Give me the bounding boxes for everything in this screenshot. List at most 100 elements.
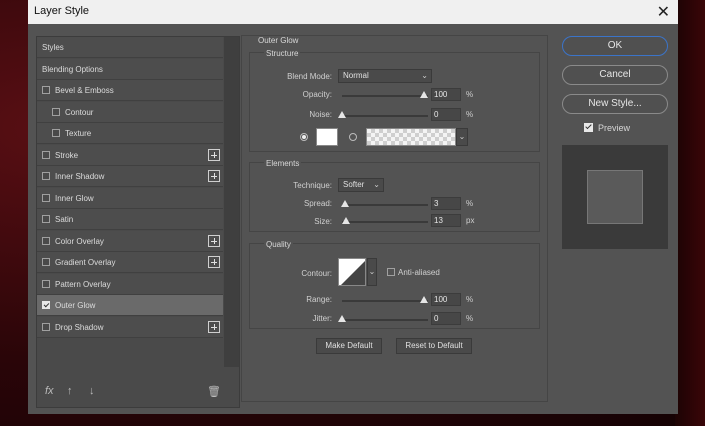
add-instance-icon[interactable]: [208, 170, 220, 182]
new-style-button[interactable]: New Style...: [562, 94, 668, 114]
add-instance-icon[interactable]: [208, 256, 220, 268]
jitter-label: Jitter:: [312, 314, 332, 323]
style-item-label: Color Overlay: [55, 236, 104, 246]
preview-label: Preview: [598, 123, 631, 133]
style-checkbox[interactable]: [42, 193, 50, 202]
jitter-input[interactable]: 0: [431, 312, 461, 325]
window-title: Layer Style: [34, 5, 90, 17]
style-checkbox[interactable]: [42, 236, 50, 245]
title-bar: Layer Style ✕: [28, 0, 678, 24]
style-item-stroke[interactable]: Stroke: [37, 144, 223, 166]
noise-label: Noise:: [309, 110, 332, 119]
style-item-label: Satin: [55, 215, 74, 224]
anti-aliased-checkbox[interactable]: [387, 268, 395, 276]
style-item-inner-glow[interactable]: Inner Glow: [37, 187, 223, 209]
gradient-preview[interactable]: [366, 128, 456, 146]
style-checkbox[interactable]: [42, 150, 50, 159]
style-item-contour[interactable]: Contour: [37, 101, 223, 123]
style-checkbox[interactable]: [42, 301, 50, 309]
ok-button[interactable]: OK: [562, 36, 668, 56]
style-item-label: Stroke: [55, 150, 79, 160]
style-item-inner-shadow[interactable]: Inner Shadow: [37, 166, 223, 187]
preview-swatch: [587, 170, 643, 224]
opacity-input[interactable]: 100: [431, 88, 461, 101]
opacity-slider-thumb[interactable]: [420, 91, 428, 98]
style-checkbox[interactable]: [52, 129, 60, 137]
spread-unit: %: [466, 199, 474, 208]
style-item-label: Gradient Overlay: [55, 258, 116, 267]
noise-input[interactable]: 0: [431, 108, 461, 121]
style-item-pattern-overlay[interactable]: Pattern Overlay: [37, 273, 223, 295]
style-checkbox[interactable]: [42, 172, 50, 180]
close-icon[interactable]: ✕: [657, 2, 670, 22]
structure-group: Structure Blend Mode: Normal ⌄ Opacity: …: [249, 49, 540, 152]
style-item-outer-glow[interactable]: Outer Glow: [37, 295, 223, 316]
solid-color-radio[interactable]: [300, 133, 308, 141]
noise-slider-track[interactable]: [342, 115, 428, 117]
preview-checkbox[interactable]: [584, 122, 593, 132]
range-unit: %: [466, 295, 474, 304]
spread-slider-track[interactable]: [342, 204, 428, 206]
glow-color-swatch[interactable]: [316, 128, 338, 146]
style-item-label: Inner Glow: [55, 193, 94, 203]
jitter-slider-thumb[interactable]: [338, 315, 346, 322]
opacity-slider-track[interactable]: [342, 95, 428, 97]
blend-mode-select[interactable]: Normal ⌄: [338, 69, 432, 83]
range-slider-track[interactable]: [342, 300, 428, 302]
jitter-slider-track[interactable]: [342, 319, 428, 321]
style-item-label: Styles: [42, 43, 64, 52]
styles-scrollbar[interactable]: [224, 37, 239, 367]
opacity-label: Opacity:: [302, 90, 332, 99]
style-item-texture[interactable]: Texture: [37, 123, 223, 144]
gradient-radio[interactable]: [349, 133, 357, 141]
style-item-label: Texture: [65, 129, 92, 138]
style-item-drop-shadow[interactable]: Drop Shadow: [37, 316, 223, 338]
spread-input[interactable]: 3: [431, 197, 461, 210]
technique-select[interactable]: Softer ⌄: [338, 178, 384, 192]
style-item-label: Outer Glow: [55, 301, 96, 310]
style-item-label: Contour: [65, 107, 94, 117]
add-instance-icon[interactable]: [208, 234, 220, 247]
trash-icon[interactable]: 🗑: [207, 385, 221, 398]
move-down-icon[interactable]: ↓: [89, 385, 95, 397]
style-checkbox[interactable]: [42, 279, 50, 288]
style-checkbox[interactable]: [42, 215, 50, 223]
fx-icon[interactable]: fx: [45, 385, 54, 397]
size-slider-track[interactable]: [342, 221, 428, 223]
panel-title: Outer Glow: [258, 36, 299, 45]
contour-preview[interactable]: [338, 258, 366, 286]
noise-slider-thumb[interactable]: [338, 111, 346, 118]
style-item-blending-options[interactable]: Blending Options: [37, 58, 223, 80]
style-item-label: Blending Options: [42, 64, 103, 74]
style-checkbox[interactable]: [52, 107, 60, 116]
style-checkbox[interactable]: [42, 86, 50, 94]
reset-to-default-button[interactable]: Reset to Default: [396, 338, 472, 354]
spread-slider-thumb[interactable]: [340, 200, 349, 207]
style-item-styles[interactable]: Styles: [37, 37, 223, 58]
gradient-chevron-down-icon[interactable]: ⌄: [456, 128, 468, 146]
style-item-label: Inner Shadow: [55, 172, 105, 181]
elements-title: Elements: [264, 159, 302, 168]
noise-unit: %: [466, 110, 474, 119]
add-instance-icon[interactable]: [208, 148, 220, 161]
style-checkbox[interactable]: [42, 322, 50, 331]
move-up-icon[interactable]: ↑: [67, 385, 73, 397]
preview-thumbnail: [562, 145, 668, 249]
style-item-bevel-emboss[interactable]: Bevel & Emboss: [37, 80, 223, 101]
size-slider-thumb[interactable]: [342, 217, 351, 224]
contour-chevron-down-icon[interactable]: ⌄: [367, 258, 377, 286]
cancel-button[interactable]: Cancel: [562, 65, 668, 85]
contour-curve-icon: [341, 261, 365, 285]
range-input[interactable]: 100: [431, 293, 461, 306]
style-item-satin[interactable]: Satin: [37, 209, 223, 230]
style-item-label: Bevel & Emboss: [55, 86, 114, 95]
range-slider-thumb[interactable]: [420, 296, 428, 303]
style-checkbox[interactable]: [42, 258, 50, 266]
make-default-button[interactable]: Make Default: [316, 338, 382, 354]
add-instance-icon[interactable]: [208, 320, 220, 333]
style-item-color-overlay[interactable]: Color Overlay: [37, 230, 223, 252]
checkmark-icon: [585, 122, 592, 130]
size-input[interactable]: 13: [431, 214, 461, 227]
style-item-gradient-overlay[interactable]: Gradient Overlay: [37, 252, 223, 273]
styles-list-panel: Styles Blending Options Bevel & Emboss Cont…: [36, 36, 240, 408]
